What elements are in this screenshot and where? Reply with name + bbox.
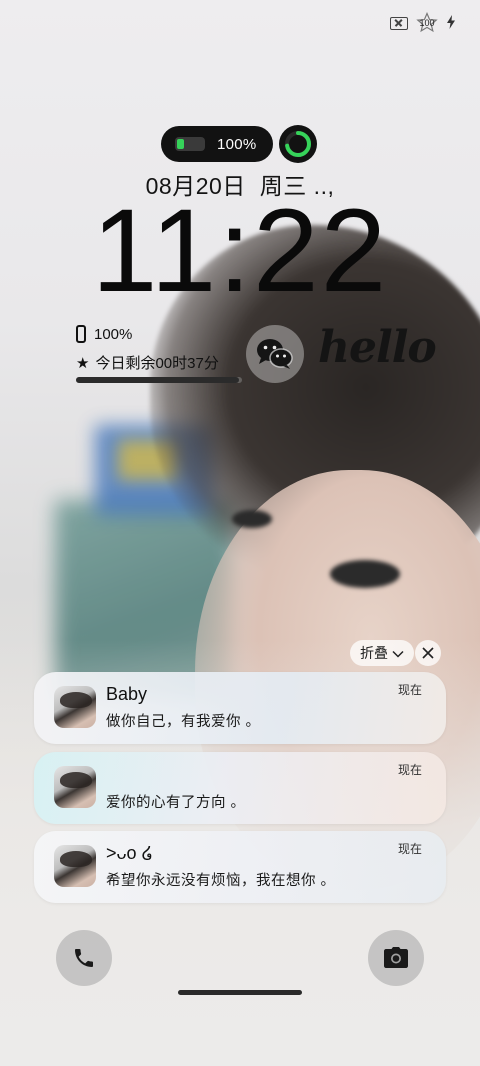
- day-progress-fill: [76, 377, 239, 383]
- phone-icon: [75, 949, 93, 967]
- star-icon: ★: [76, 354, 90, 372]
- capsule-battery-percent: 100%: [217, 135, 257, 153]
- signature-text: hello: [318, 322, 437, 373]
- wallpaper-eye-left: [232, 510, 272, 528]
- wechat-icon[interactable]: [246, 325, 304, 383]
- battery-star-icon: 100: [416, 12, 438, 34]
- chevron-down-icon: [392, 645, 404, 661]
- camera-icon: [384, 947, 408, 968]
- fold-label: 折叠: [360, 645, 388, 661]
- notification-card[interactable]: Baby 做你自己，有我爱你 。 现在: [34, 672, 446, 744]
- notification-card[interactable]: 爱你的心有了方向 。 现在: [34, 752, 446, 824]
- home-indicator[interactable]: [178, 990, 302, 995]
- notification-sender: Baby: [106, 684, 148, 704]
- phone-battery-percent: 100%: [94, 325, 133, 343]
- charging-capsule[interactable]: 100%: [161, 126, 273, 162]
- notification-card[interactable]: >ᴗo ໒ 希望你永远没有烦恼，我在想你 。 现在: [34, 831, 446, 903]
- notification-message: 希望你永远没有烦恼，我在想你 。: [106, 873, 336, 889]
- notification-message: 做你自己，有我爱你 。: [106, 714, 261, 730]
- avatar: [54, 686, 96, 728]
- notification-message: 爱你的心有了方向 。: [106, 795, 246, 811]
- day-progress-bar: [76, 377, 242, 383]
- phone-shortcut-button[interactable]: [56, 930, 112, 986]
- capsule-battery-icon: [175, 137, 205, 151]
- clear-notifications-button[interactable]: [415, 640, 441, 666]
- status-battery-level: 100: [419, 18, 435, 28]
- status-bar: 100: [390, 12, 456, 34]
- progress-ring[interactable]: [279, 125, 317, 163]
- notification-time: 现在: [397, 763, 422, 777]
- avatar: [54, 766, 96, 808]
- avatar: [54, 845, 96, 887]
- sim-disabled-icon: [390, 16, 408, 30]
- phone-battery-widget: 100%: [76, 325, 132, 343]
- wallpaper-eye-right: [330, 560, 400, 588]
- notification-sender: >ᴗo ໒: [106, 843, 154, 863]
- fold-button[interactable]: 折叠: [350, 640, 414, 666]
- charging-bolt-icon: [446, 14, 456, 32]
- notification-time: 现在: [397, 683, 422, 697]
- phone-outline-icon: [76, 325, 86, 343]
- notification-time: 现在: [397, 842, 422, 856]
- close-icon: [422, 647, 434, 659]
- lock-clock[interactable]: 11:22: [0, 192, 480, 310]
- time-remaining-text: 今日剩余00时37分: [95, 355, 219, 372]
- time-remaining-widget: ★ 今日剩余00时37分: [76, 352, 219, 373]
- camera-shortcut-button[interactable]: [368, 930, 424, 986]
